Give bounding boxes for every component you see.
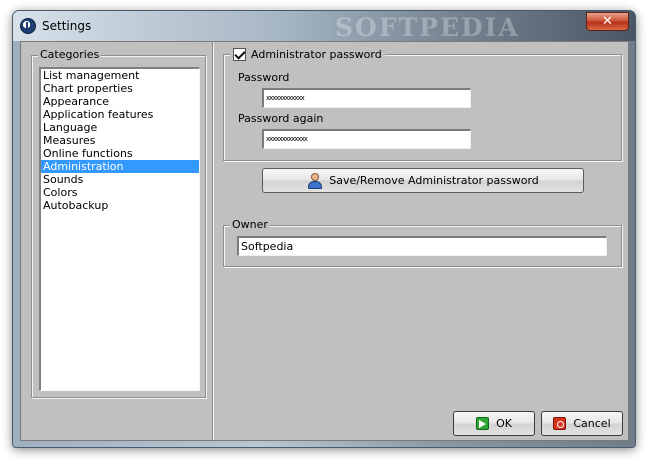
category-item[interactable]: Colors bbox=[41, 186, 199, 199]
app-logo-icon[interactable] bbox=[20, 18, 36, 34]
password-again-input[interactable]: xxxxxxxxxxxxx bbox=[262, 129, 471, 149]
settings-window: Settings SOFTPEDIA ✕ Categories List man… bbox=[12, 10, 636, 448]
password-label: Password bbox=[238, 71, 290, 84]
cancel-label: Cancel bbox=[573, 417, 611, 430]
cancel-button[interactable]: Cancel bbox=[541, 411, 623, 436]
category-item[interactable]: Sounds bbox=[41, 173, 199, 186]
save-remove-password-label: Save/Remove Administrator password bbox=[329, 174, 539, 187]
ok-button[interactable]: OK bbox=[453, 411, 535, 436]
watermark: SOFTPEDIA bbox=[335, 13, 520, 42]
close-button[interactable]: ✕ bbox=[586, 12, 629, 31]
owner-group: Owner Softpedia bbox=[223, 218, 622, 267]
window-title: Settings bbox=[42, 19, 92, 33]
panel-divider bbox=[212, 42, 214, 440]
category-item[interactable]: Administration bbox=[41, 160, 199, 173]
dialog-body: Categories List management Chart properti… bbox=[20, 41, 629, 441]
ok-label: OK bbox=[496, 417, 512, 430]
user-icon bbox=[307, 172, 323, 189]
owner-input[interactable]: Softpedia bbox=[237, 236, 607, 256]
category-item[interactable]: Autobackup bbox=[41, 199, 199, 212]
category-item[interactable]: Language bbox=[41, 121, 199, 134]
category-item[interactable]: Application features bbox=[41, 108, 199, 121]
admin-password-group: Administrator password Password xxxxxxxx… bbox=[223, 47, 622, 161]
password-input[interactable]: xxxxxxxxxxxx bbox=[262, 88, 471, 108]
category-item[interactable]: Measures bbox=[41, 134, 199, 147]
admin-password-toggle[interactable]: Administrator password bbox=[230, 47, 385, 61]
categories-list[interactable]: List management Chart properties Appearanc… bbox=[39, 67, 200, 391]
category-item[interactable]: Online functions bbox=[41, 147, 199, 160]
title-bar[interactable]: Settings SOFTPEDIA ✕ bbox=[13, 11, 635, 42]
red-power-icon bbox=[553, 417, 567, 430]
category-item[interactable]: Appearance bbox=[41, 95, 199, 108]
category-item[interactable]: List management bbox=[41, 69, 199, 82]
save-remove-password-button[interactable]: Save/Remove Administrator password bbox=[262, 168, 584, 193]
admin-password-checkbox-label: Administrator password bbox=[251, 47, 382, 61]
green-arrow-icon bbox=[476, 417, 490, 430]
categories-group: Categories List management Chart properti… bbox=[31, 48, 206, 398]
categories-legend: Categories bbox=[38, 48, 102, 62]
category-item[interactable]: Chart properties bbox=[41, 82, 199, 95]
password-again-label: Password again bbox=[238, 112, 324, 125]
owner-legend: Owner bbox=[230, 218, 270, 232]
admin-password-checkbox[interactable] bbox=[233, 47, 246, 61]
